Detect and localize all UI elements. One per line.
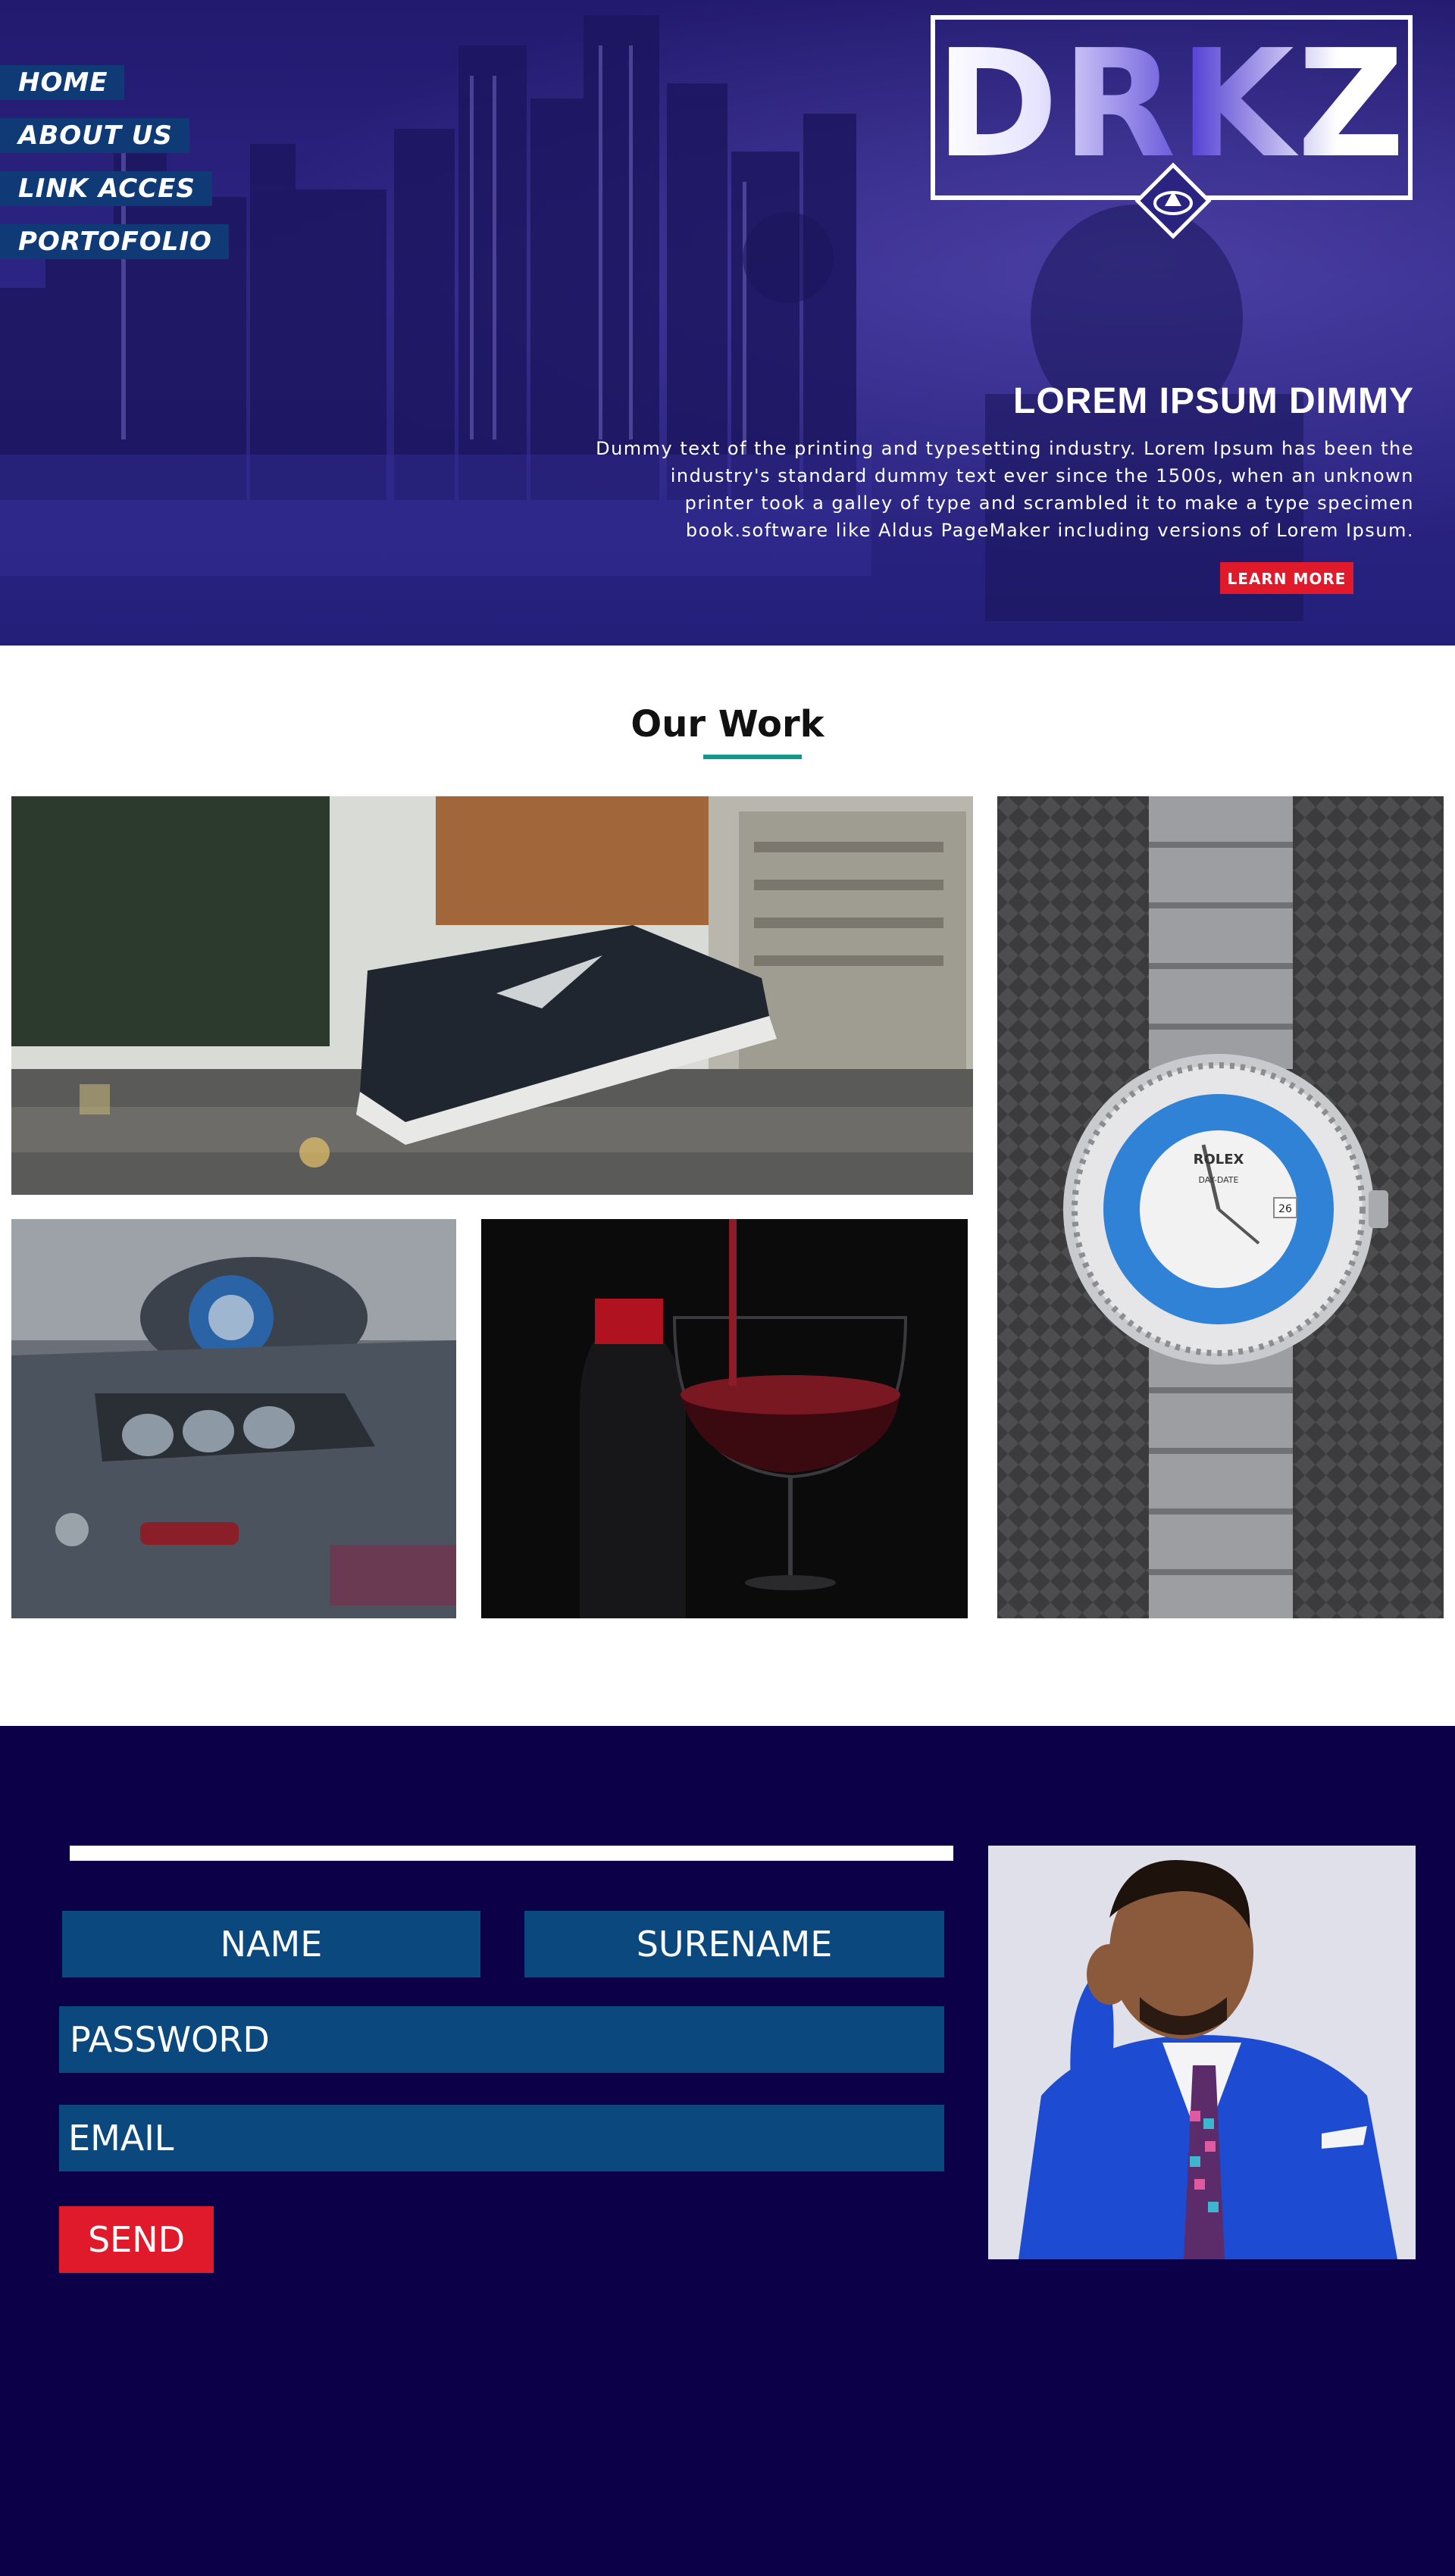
nav-home[interactable]: HOME <box>0 65 125 100</box>
title-underline <box>703 755 802 759</box>
surname-field[interactable]: SURENAME <box>524 1911 944 1977</box>
email-field[interactable]: EMAIL <box>59 2105 944 2171</box>
watch-date: 26 <box>1278 1203 1292 1215</box>
hero-description: Dummy text of the printing and typesetti… <box>596 438 1414 541</box>
nav-about-us[interactable]: ABOUT US <box>0 118 189 153</box>
nav-link-acces[interactable]: LINK ACCES <box>0 171 212 206</box>
form-top-bar <box>70 1846 953 1861</box>
password-field[interactable]: PASSWORD <box>59 2006 944 2073</box>
car-photo[interactable] <box>11 1219 456 1618</box>
learn-more-button[interactable]: LEARN MORE <box>1220 562 1353 594</box>
nav-portofolio[interactable]: PORTOFOLIO <box>0 224 229 259</box>
portrait-photo <box>988 1846 1416 2259</box>
work-section-title: Our Work <box>630 703 824 746</box>
watch-model: DAY-DATE <box>1199 1175 1239 1185</box>
watch-brand: ROLEX <box>1194 1152 1244 1168</box>
hero-section: HOME ABOUT US LINK ACCES PORTOFOLIO DRKZ… <box>0 0 1455 646</box>
sneaker-photo[interactable] <box>11 796 973 1195</box>
name-field[interactable]: NAME <box>62 1911 480 1977</box>
send-button[interactable]: SEND <box>59 2206 214 2273</box>
diamond-emblem-icon <box>1134 162 1212 239</box>
hero-title: LOREM IPSUM DIMMY <box>1013 381 1414 422</box>
watch-photo[interactable]: 26 ROLEX DAY-DATE <box>997 796 1444 1618</box>
wine-photo[interactable] <box>481 1219 968 1618</box>
